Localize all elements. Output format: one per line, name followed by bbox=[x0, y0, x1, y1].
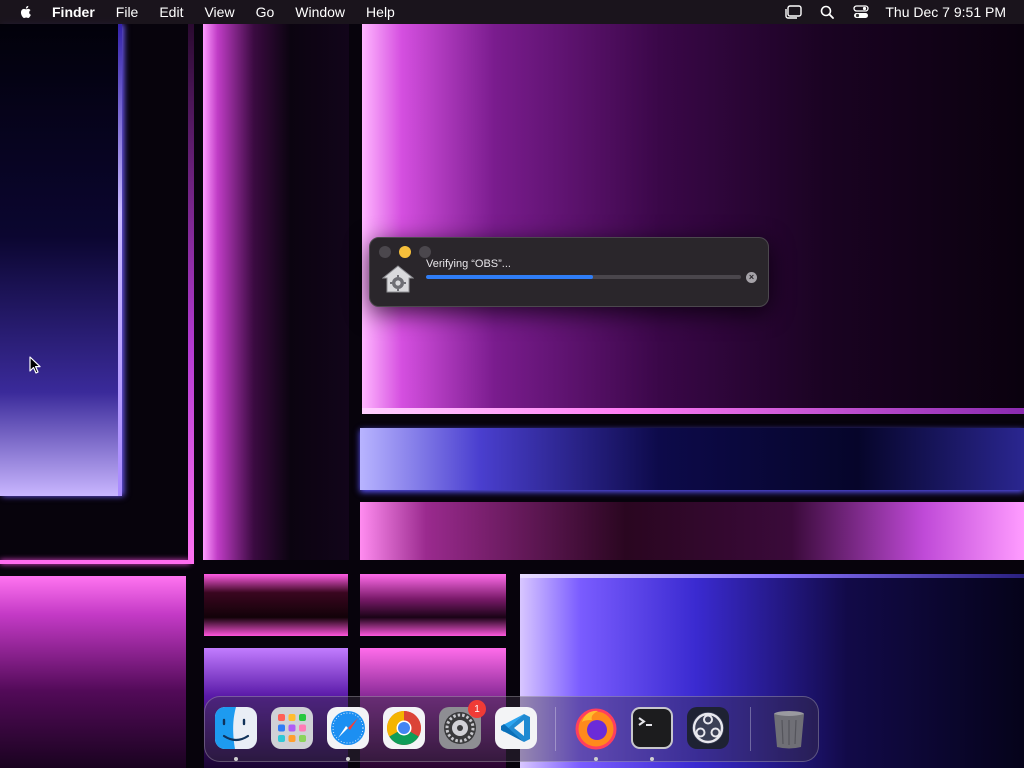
dock-item-obs[interactable] bbox=[686, 706, 730, 750]
firefox-icon bbox=[575, 708, 617, 750]
menu-window[interactable]: Window bbox=[295, 4, 345, 20]
vscode-icon bbox=[495, 707, 537, 749]
control-center-icon[interactable] bbox=[851, 2, 871, 22]
dialog-title: Verifying “OBS”... bbox=[426, 258, 511, 270]
dock-running-indicator bbox=[234, 757, 238, 761]
dock-separator bbox=[555, 707, 556, 751]
terminal-icon bbox=[631, 707, 673, 749]
wallpaper-panel bbox=[188, 24, 194, 564]
window-minimize-button[interactable] bbox=[399, 246, 411, 258]
dock-item-finder[interactable] bbox=[214, 706, 258, 750]
verifying-dialog: Verifying “OBS”... × bbox=[369, 237, 769, 307]
obs-icon bbox=[687, 707, 729, 749]
cancel-verification-button[interactable]: × bbox=[746, 272, 757, 283]
menu-bar: Finder File Edit View Go Window Help Thu… bbox=[0, 0, 1024, 24]
menu-bar-status-area: Thu Dec 7 9:51 PM bbox=[769, 0, 1006, 24]
menu-file[interactable]: File bbox=[116, 4, 139, 20]
dock-item-firefox[interactable] bbox=[574, 706, 618, 750]
dock-running-indicator bbox=[650, 757, 654, 761]
wallpaper-panel bbox=[0, 576, 186, 768]
wallpaper-panel bbox=[203, 24, 349, 560]
dock-item-safari[interactable] bbox=[326, 706, 370, 750]
menu-go[interactable]: Go bbox=[256, 4, 275, 20]
window-zoom-button[interactable] bbox=[419, 246, 431, 258]
menu-bar-clock[interactable]: Thu Dec 7 9:51 PM bbox=[885, 4, 1006, 20]
mouse-cursor-icon bbox=[29, 356, 41, 374]
dock-separator bbox=[750, 707, 751, 751]
wallpaper-panel bbox=[520, 574, 1024, 578]
wallpaper-panel bbox=[204, 574, 348, 636]
menu-edit[interactable]: Edit bbox=[159, 4, 183, 20]
dock-item-system-settings[interactable]: 1 bbox=[438, 700, 486, 750]
dock-item-vscode[interactable] bbox=[494, 706, 538, 750]
wallpaper-panel bbox=[360, 428, 1024, 490]
desktop-wallpaper bbox=[0, 0, 1024, 768]
menu-help[interactable]: Help bbox=[366, 4, 395, 20]
menu-view[interactable]: View bbox=[204, 4, 234, 20]
progress-fill bbox=[426, 275, 593, 279]
wallpaper-panel bbox=[360, 574, 506, 636]
window-close-button[interactable] bbox=[379, 246, 391, 258]
notification-badge: 1 bbox=[468, 700, 486, 718]
apple-icon[interactable] bbox=[18, 4, 34, 20]
stage-manager-icon[interactable] bbox=[783, 2, 803, 22]
wallpaper-panel bbox=[362, 408, 1024, 414]
chrome-icon bbox=[383, 707, 425, 749]
wallpaper-panel bbox=[360, 502, 1024, 560]
finder-icon bbox=[215, 707, 257, 749]
safari-icon bbox=[327, 707, 369, 749]
trash-icon bbox=[774, 711, 804, 749]
wallpaper-panel bbox=[0, 24, 122, 496]
dock-running-indicator bbox=[346, 757, 350, 761]
dock-item-terminal[interactable] bbox=[630, 706, 674, 750]
wallpaper-panel bbox=[0, 560, 190, 564]
dock-running-indicator bbox=[594, 757, 598, 761]
core-services-icon bbox=[382, 265, 414, 293]
wallpaper-panel bbox=[362, 24, 1024, 414]
search-icon[interactable] bbox=[817, 2, 837, 22]
menu-app-finder[interactable]: Finder bbox=[52, 4, 95, 20]
wallpaper-panel bbox=[118, 24, 122, 496]
dock-item-launchpad[interactable] bbox=[270, 706, 314, 750]
launchpad-icon bbox=[271, 707, 313, 749]
dock: 1 bbox=[204, 696, 819, 762]
dock-item-trash[interactable] bbox=[767, 706, 811, 750]
dock-item-chrome[interactable] bbox=[382, 706, 426, 750]
verification-progress-bar bbox=[426, 275, 741, 279]
